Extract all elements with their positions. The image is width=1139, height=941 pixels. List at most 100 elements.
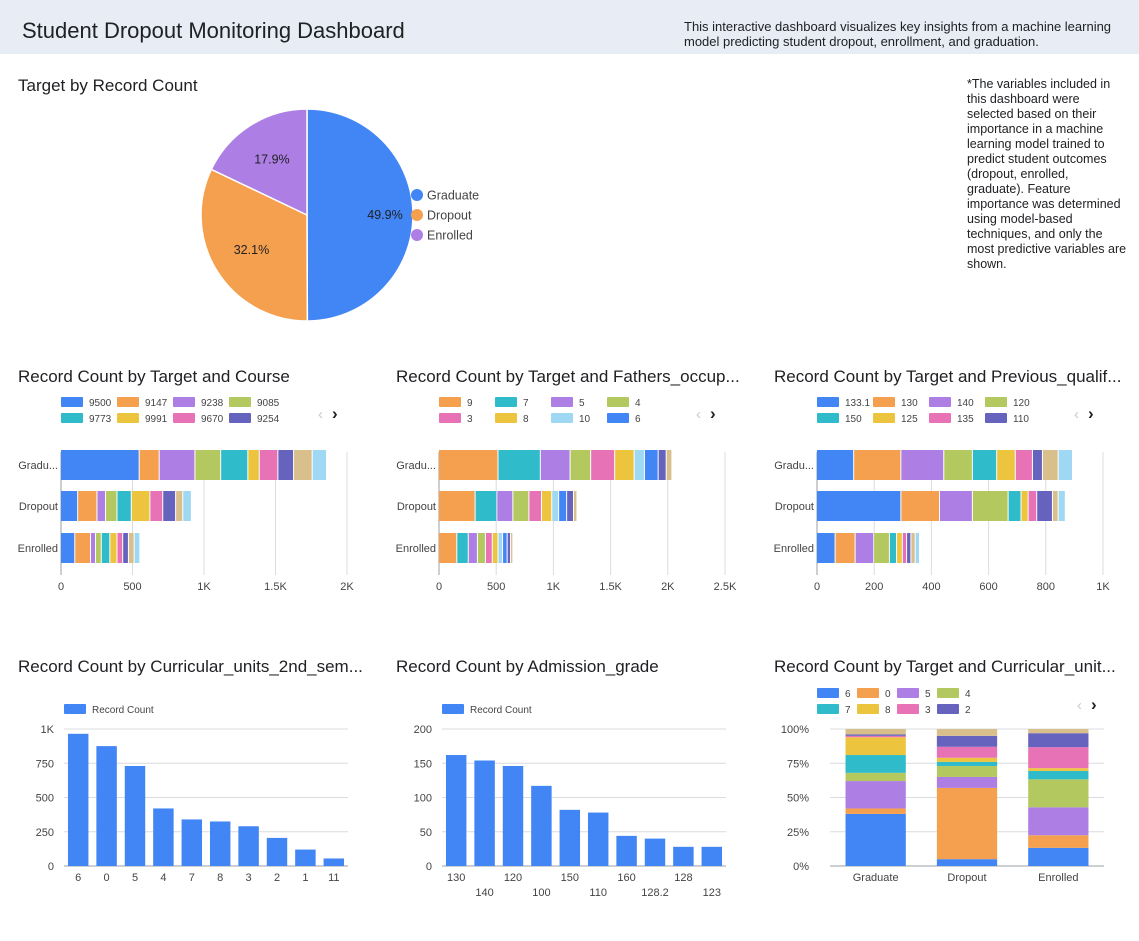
bar-segment[interactable] xyxy=(498,450,540,480)
bar-segment[interactable] xyxy=(1028,770,1089,780)
bar-segment[interactable] xyxy=(591,450,615,480)
bar[interactable] xyxy=(673,846,694,866)
bar-segment[interactable] xyxy=(615,450,634,480)
bar-segment[interactable] xyxy=(855,533,874,563)
bar-segment[interactable] xyxy=(106,491,117,521)
bar[interactable] xyxy=(445,755,467,866)
bar-segment[interactable] xyxy=(972,491,1008,521)
bar-segment[interactable] xyxy=(1042,450,1058,480)
bar-segment[interactable] xyxy=(874,533,889,563)
bar[interactable] xyxy=(531,785,552,866)
bar-segment[interactable] xyxy=(1028,747,1089,769)
bar-segment[interactable] xyxy=(128,533,134,563)
bar[interactable] xyxy=(266,837,288,866)
bar-segment[interactable] xyxy=(567,491,573,521)
bar-segment[interactable] xyxy=(997,450,1015,480)
chevron-left-icon[interactable]: ‹ xyxy=(1077,697,1082,714)
bar-segment[interactable] xyxy=(1028,768,1089,771)
bar-segment[interactable] xyxy=(901,491,939,521)
bar-segment[interactable] xyxy=(845,734,906,736)
bar-segment[interactable] xyxy=(117,533,123,563)
bar-segment[interactable] xyxy=(845,772,906,782)
bar-segment[interactable] xyxy=(159,450,195,480)
bar-segment[interactable] xyxy=(845,737,906,756)
bar[interactable] xyxy=(295,849,316,866)
bar[interactable] xyxy=(559,809,581,866)
bar-segment[interactable] xyxy=(61,491,78,521)
bar-segment[interactable] xyxy=(1052,491,1058,521)
bar-segment[interactable] xyxy=(658,450,666,480)
bar-segment[interactable] xyxy=(1028,491,1037,521)
bar[interactable] xyxy=(181,819,203,866)
bar-segment[interactable] xyxy=(150,491,163,521)
bar-segment[interactable] xyxy=(1028,733,1089,748)
chevron-left-icon[interactable]: ‹ xyxy=(1074,406,1079,423)
bar-segment[interactable] xyxy=(936,729,998,736)
bar-segment[interactable] xyxy=(570,450,591,480)
bar-segment[interactable] xyxy=(573,491,577,521)
bar-segment[interactable] xyxy=(817,450,854,480)
bar-segment[interactable] xyxy=(559,491,567,521)
bar-segment[interactable] xyxy=(845,755,906,773)
bar-segment[interactable] xyxy=(498,533,503,563)
bar-segment[interactable] xyxy=(75,533,91,563)
bar-segment[interactable] xyxy=(439,450,498,480)
bar-segment[interactable] xyxy=(915,533,919,563)
bar-segment[interactable] xyxy=(134,533,140,563)
bar-segment[interactable] xyxy=(939,491,972,521)
bar-segment[interactable] xyxy=(897,533,902,563)
bar[interactable] xyxy=(209,821,231,866)
bar-segment[interactable] xyxy=(529,491,541,521)
bar-segment[interactable] xyxy=(845,781,906,809)
bar[interactable] xyxy=(67,733,89,866)
bar-segment[interactable] xyxy=(936,776,998,788)
bar-segment[interactable] xyxy=(854,450,901,480)
bar-segment[interactable] xyxy=(439,533,457,563)
bar-segment[interactable] xyxy=(475,491,497,521)
bar-segment[interactable] xyxy=(936,787,998,860)
chevron-right-icon[interactable]: › xyxy=(1091,695,1097,714)
bar-segment[interactable] xyxy=(312,450,326,480)
bar-segment[interactable] xyxy=(477,533,485,563)
bar-segment[interactable] xyxy=(1032,450,1042,480)
bar-segment[interactable] xyxy=(835,533,855,563)
bar-segment[interactable] xyxy=(117,491,131,521)
bar-segment[interactable] xyxy=(845,813,906,866)
bar-segment[interactable] xyxy=(468,533,477,563)
bar-segment[interactable] xyxy=(507,533,511,563)
bar-segment[interactable] xyxy=(176,491,183,521)
bar-segment[interactable] xyxy=(61,450,139,480)
bar-segment[interactable] xyxy=(817,491,901,521)
bar-segment[interactable] xyxy=(1028,779,1089,808)
bar-segment[interactable] xyxy=(644,450,658,480)
bar-segment[interactable] xyxy=(497,491,513,521)
bar-segment[interactable] xyxy=(541,491,552,521)
bar-segment[interactable] xyxy=(131,491,150,521)
bar-segment[interactable] xyxy=(61,533,75,563)
bar-segment[interactable] xyxy=(1058,491,1065,521)
bar-segment[interactable] xyxy=(1028,835,1089,848)
bar[interactable] xyxy=(323,858,345,866)
bar[interactable] xyxy=(238,826,259,866)
bar-segment[interactable] xyxy=(907,533,911,563)
chevron-right-icon[interactable]: › xyxy=(710,404,716,423)
chevron-left-icon[interactable]: ‹ xyxy=(318,406,323,423)
bar[interactable] xyxy=(502,765,524,866)
bar-segment[interactable] xyxy=(540,450,570,480)
bar-segment[interactable] xyxy=(511,533,513,563)
bar-segment[interactable] xyxy=(817,533,835,563)
bar[interactable] xyxy=(153,808,174,866)
bar-segment[interactable] xyxy=(492,533,498,563)
bar-segment[interactable] xyxy=(634,450,644,480)
bar-segment[interactable] xyxy=(1028,729,1089,734)
bar-segment[interactable] xyxy=(972,450,997,480)
bar-segment[interactable] xyxy=(457,533,468,563)
bar-segment[interactable] xyxy=(889,533,897,563)
bar-segment[interactable] xyxy=(110,533,117,563)
chevron-right-icon[interactable]: › xyxy=(332,404,338,423)
bar-segment[interactable] xyxy=(944,450,972,480)
bar[interactable] xyxy=(96,746,117,866)
bar-segment[interactable] xyxy=(123,533,128,563)
bar-segment[interactable] xyxy=(503,533,507,563)
bar-segment[interactable] xyxy=(1037,491,1052,521)
